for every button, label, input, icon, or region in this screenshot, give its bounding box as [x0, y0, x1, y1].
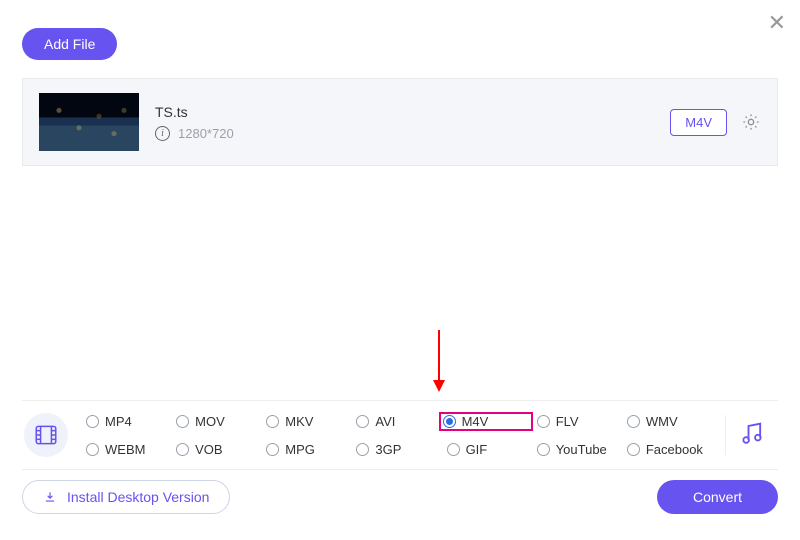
file-meta: TS.ts i 1280*720: [155, 104, 670, 141]
add-file-button[interactable]: Add File: [22, 28, 117, 60]
file-format-button[interactable]: M4V: [670, 109, 727, 136]
close-icon[interactable]: ✕: [768, 10, 786, 36]
audio-formats-icon[interactable]: [738, 419, 772, 452]
radio-icon: [86, 443, 99, 456]
format-option-flv[interactable]: FLV: [533, 413, 623, 430]
format-option-facebook[interactable]: Facebook: [623, 441, 713, 458]
format-option-avi[interactable]: AVI: [352, 413, 442, 430]
gear-icon[interactable]: [741, 112, 761, 132]
radio-icon: [537, 415, 550, 428]
radio-icon: [86, 415, 99, 428]
file-name: TS.ts: [155, 104, 670, 120]
format-label: YouTube: [556, 442, 607, 457]
format-panel: MP4 MOV MKV AVI M4V FLV WMV WEBM VOB MPG…: [22, 400, 778, 470]
radio-icon: [537, 443, 550, 456]
video-formats-icon[interactable]: [24, 413, 68, 457]
radio-icon: [447, 443, 460, 456]
format-label: WEBM: [105, 442, 145, 457]
install-desktop-button[interactable]: Install Desktop Version: [22, 480, 230, 514]
footer-bar: Install Desktop Version Convert: [22, 480, 778, 514]
format-option-m4v[interactable]: M4V: [439, 412, 533, 431]
format-label: AVI: [375, 414, 395, 429]
format-label: WMV: [646, 414, 678, 429]
format-label: FLV: [556, 414, 579, 429]
info-icon[interactable]: i: [155, 126, 170, 141]
format-label: MOV: [195, 414, 225, 429]
file-thumbnail[interactable]: [39, 93, 139, 151]
radio-icon: [627, 443, 640, 456]
format-option-mkv[interactable]: MKV: [262, 413, 352, 430]
format-option-vob[interactable]: VOB: [172, 441, 262, 458]
radio-icon: [443, 415, 456, 428]
format-option-wmv[interactable]: WMV: [623, 413, 713, 430]
format-label: MP4: [105, 414, 132, 429]
radio-icon: [176, 415, 189, 428]
format-label: VOB: [195, 442, 222, 457]
radio-icon: [627, 415, 640, 428]
format-label: MPG: [285, 442, 315, 457]
formats-grid: MP4 MOV MKV AVI M4V FLV WMV WEBM VOB MPG…: [82, 409, 713, 461]
format-option-mov[interactable]: MOV: [172, 413, 262, 430]
annotation-arrow-icon: [429, 328, 449, 394]
format-option-mpg[interactable]: MPG: [262, 441, 352, 458]
format-label: MKV: [285, 414, 313, 429]
radio-icon: [266, 443, 279, 456]
format-option-mp4[interactable]: MP4: [82, 413, 172, 430]
format-option-gif[interactable]: GIF: [443, 441, 533, 458]
radio-icon: [266, 415, 279, 428]
format-option-webm[interactable]: WEBM: [82, 441, 172, 458]
download-icon: [43, 490, 57, 504]
radio-icon: [176, 443, 189, 456]
convert-button[interactable]: Convert: [657, 480, 778, 514]
format-option-youtube[interactable]: YouTube: [533, 441, 623, 458]
divider: [725, 415, 726, 455]
format-label: M4V: [462, 414, 489, 429]
install-label: Install Desktop Version: [67, 489, 209, 505]
radio-icon: [356, 415, 369, 428]
file-row: TS.ts i 1280*720 M4V: [22, 78, 778, 166]
format-label: 3GP: [375, 442, 401, 457]
format-label: GIF: [466, 442, 488, 457]
radio-icon: [356, 443, 369, 456]
format-option-3gp[interactable]: 3GP: [352, 441, 442, 458]
file-resolution: 1280*720: [178, 126, 234, 141]
format-label: Facebook: [646, 442, 703, 457]
